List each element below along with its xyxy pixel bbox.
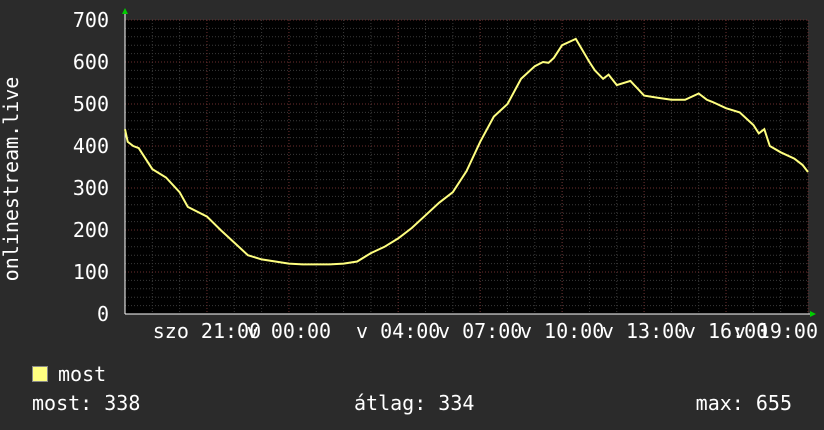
legend-swatch-most [32,366,48,382]
y-axis-ticks: 0 100 200 300 400 500 600 700 [73,8,109,326]
x-tick-label: v 04:00 [356,319,440,343]
legend-label-most: most [58,362,107,386]
stat-average: átlag: 334 [354,391,475,415]
stats-row: most: 338 átlag: 334 max: 655 [32,391,792,417]
x-tick-label: v 07:00 [438,319,522,343]
chart-svg: 0 100 200 300 400 500 600 700 szo 21:00v 00:00 v… [0,8,818,343]
y-tick-label: 600 [73,50,109,74]
plot-area [125,20,808,314]
y-tick-label: 100 [73,260,109,284]
y-tick-label: 0 [97,302,109,326]
y-tick-label: 300 [73,176,109,200]
x-axis-arrow-icon [810,311,816,317]
y-axis-arrow-icon [122,8,128,14]
x-tick-label: v 19:00 [734,319,818,343]
y-axis-label: onlinestream.live [0,77,23,282]
stat-current: most: 338 [32,391,141,415]
x-tick-label: v 00:00 [247,319,331,343]
y-tick-label: 500 [73,92,109,116]
legend: most [32,362,106,386]
y-tick-label: 400 [73,134,109,158]
x-tick-label: v 13:00 [602,319,686,343]
y-tick-label: 200 [73,218,109,242]
x-axis-ticks: szo 21:00v 00:00 v 04:00v 07:00v 10:00v 1… [153,319,818,343]
x-tick-label: v 10:00 [520,319,604,343]
y-tick-label: 700 [73,8,109,32]
x-tick-label: szo 21:00 [153,319,261,343]
stat-maximum: max: 655 [695,391,792,415]
